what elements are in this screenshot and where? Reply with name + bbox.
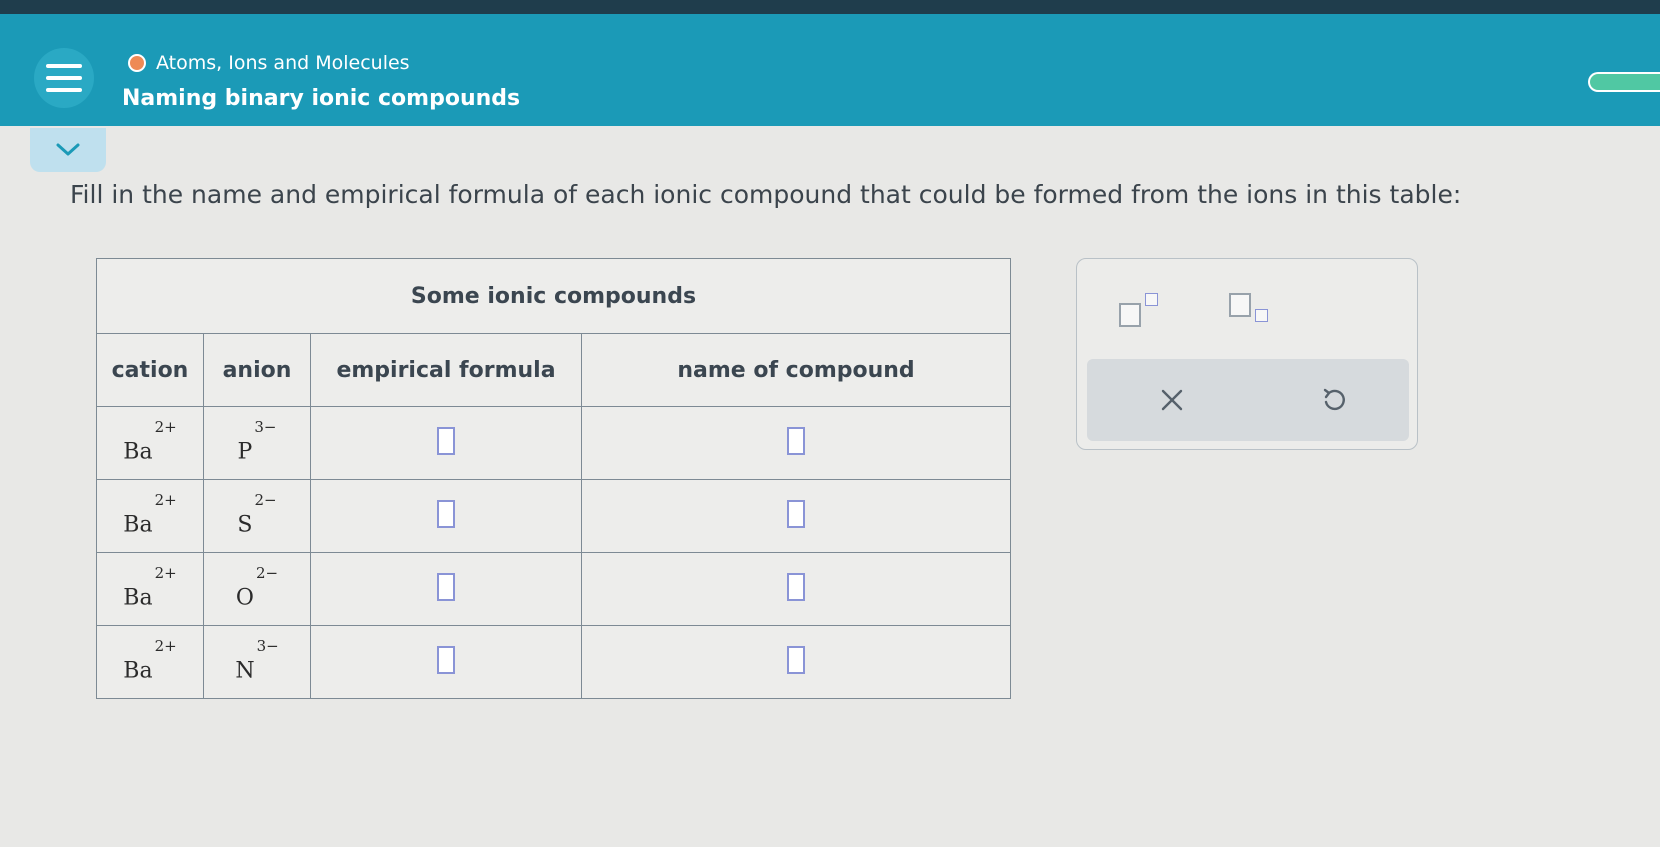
- page-title: Naming binary ionic compounds: [122, 86, 521, 111]
- undo-icon: [1323, 388, 1345, 411]
- header-anion: anion: [203, 333, 311, 407]
- ionic-compounds-table: Some ionic compounds cation anion empiri…: [96, 258, 1011, 699]
- topic-status-dot: [128, 54, 146, 72]
- empirical-formula-input[interactable]: [437, 500, 455, 528]
- clear-button[interactable]: [1147, 375, 1197, 425]
- anion-symbol: P: [237, 439, 253, 465]
- anion-symbol: S: [237, 512, 253, 538]
- cation-charge: 2+: [154, 417, 177, 436]
- table-caption: Some ionic compounds: [96, 258, 1011, 334]
- formula-cell: [310, 552, 582, 626]
- cation-symbol: Ba: [123, 512, 153, 538]
- anion-charge: 3−: [254, 417, 277, 436]
- collapse-tab[interactable]: [30, 128, 106, 172]
- close-icon: [1161, 389, 1183, 411]
- header-cation: cation: [96, 333, 204, 407]
- empirical-formula-input[interactable]: [437, 646, 455, 674]
- formula-cell: [310, 625, 582, 699]
- formula-cell: [310, 479, 582, 553]
- breadcrumb-topic: Atoms, Ions and Molecules: [156, 52, 410, 74]
- header-name-of-compound: name of compound: [581, 333, 1011, 407]
- name-cell: [581, 406, 1011, 480]
- breadcrumb: Atoms, Ions and Molecules: [128, 52, 410, 74]
- table-row: Ba2+ S2−: [96, 479, 1011, 553]
- empirical-formula-input[interactable]: [437, 573, 455, 601]
- subscript-button[interactable]: [1227, 289, 1279, 329]
- cation-cell: Ba2+: [96, 552, 204, 626]
- superscript-button[interactable]: [1115, 293, 1167, 333]
- anion-charge: 3−: [256, 636, 279, 655]
- anion-charge: 2−: [254, 490, 277, 509]
- cation-symbol: Ba: [123, 439, 153, 465]
- compound-name-input[interactable]: [787, 500, 805, 528]
- header-empirical-formula: empirical formula: [310, 333, 582, 407]
- anion-symbol: O: [235, 585, 254, 611]
- cation-charge: 2+: [154, 490, 177, 509]
- cation-symbol: Ba: [123, 658, 153, 684]
- name-cell: [581, 552, 1011, 626]
- name-cell: [581, 625, 1011, 699]
- cation-charge: 2+: [154, 636, 177, 655]
- anion-symbol: N: [235, 658, 255, 684]
- anion-cell: P3−: [203, 406, 311, 480]
- anion-cell: N3−: [203, 625, 311, 699]
- math-palette: [1076, 258, 1418, 450]
- cation-cell: Ba2+: [96, 479, 204, 553]
- table-row: Ba2+ N3−: [96, 625, 1011, 699]
- palette-actions: [1087, 359, 1409, 441]
- question-instruction: Fill in the name and empirical formula o…: [70, 180, 1462, 209]
- cation-charge: 2+: [154, 563, 177, 582]
- compound-name-input[interactable]: [787, 427, 805, 455]
- compound-name-input[interactable]: [787, 573, 805, 601]
- hamburger-menu-icon[interactable]: [34, 48, 94, 108]
- progress-bar: [1588, 72, 1660, 92]
- compound-name-input[interactable]: [787, 646, 805, 674]
- anion-charge: 2−: [255, 563, 279, 582]
- cation-cell: Ba2+: [96, 406, 204, 480]
- table-row: Ba2+ P3−: [96, 406, 1011, 480]
- formula-cell: [310, 406, 582, 480]
- cation-cell: Ba2+: [96, 625, 204, 699]
- anion-cell: O2−: [203, 552, 311, 626]
- empirical-formula-input[interactable]: [437, 427, 455, 455]
- name-cell: [581, 479, 1011, 553]
- table-row: Ba2+ O2−: [96, 552, 1011, 626]
- header-bar: Atoms, Ions and Molecules Naming binary …: [0, 14, 1660, 126]
- top-strip: [0, 0, 1660, 14]
- anion-cell: S2−: [203, 479, 311, 553]
- chevron-down-icon: [56, 143, 80, 156]
- undo-button[interactable]: [1309, 375, 1359, 425]
- cation-symbol: Ba: [123, 585, 153, 611]
